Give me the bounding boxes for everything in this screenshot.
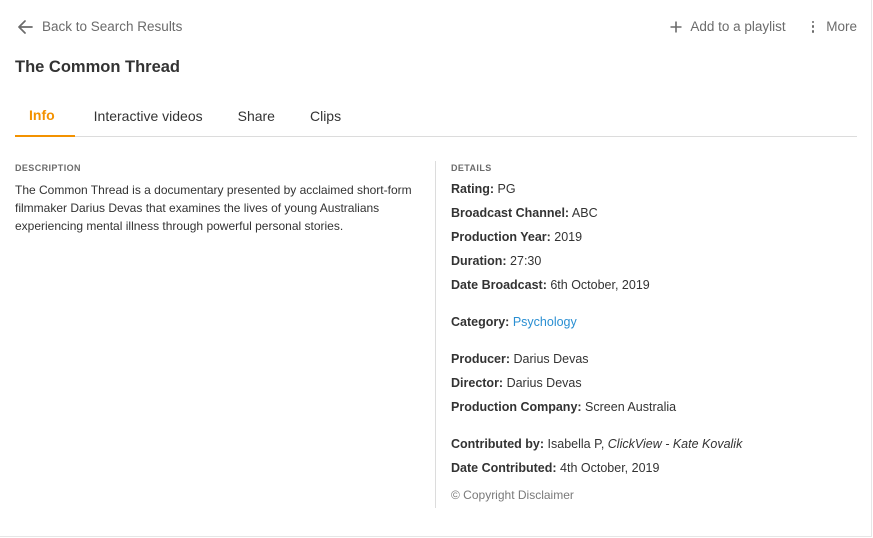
rating-value: PG [497, 182, 516, 196]
broadcast-channel-label: Broadcast Channel: [451, 206, 570, 220]
producer-label: Producer: [451, 352, 511, 366]
add-to-playlist-button[interactable]: Add to a playlist [670, 19, 786, 34]
more-label: More [826, 19, 857, 34]
detail-producer: Producer: Darius Devas [451, 351, 861, 375]
duration-label: Duration: [451, 254, 507, 268]
tab-share[interactable]: Share [222, 98, 291, 136]
description-heading: DESCRIPTION [15, 163, 81, 173]
broadcast-channel-value: ABC [571, 206, 598, 220]
copyright-disclaimer-link[interactable]: © Copyright Disclaimer [451, 488, 861, 502]
plus-icon [670, 21, 682, 32]
tab-info[interactable]: Info [15, 98, 75, 137]
top-actions: Add to a playlist More [670, 19, 857, 34]
details-section: DETAILS Rating: PG Broadcast Channel: AB… [451, 163, 861, 502]
back-to-search-results-link[interactable]: Back to Search Results [18, 19, 182, 34]
director-label: Director: [451, 376, 504, 390]
detail-date-contributed: Date Contributed: 4th October, 2019 [451, 460, 861, 484]
back-link-label: Back to Search Results [42, 19, 183, 34]
detail-broadcast-channel: Broadcast Channel: ABC [451, 205, 861, 229]
production-company-value: Screen Australia [585, 400, 677, 414]
description-section: DESCRIPTION The Common Thread is a docum… [15, 163, 421, 235]
more-button[interactable]: More [811, 19, 857, 34]
detail-production-company: Production Company: Screen Australia [451, 399, 861, 423]
add-to-playlist-label: Add to a playlist [690, 19, 786, 34]
detail-director: Director: Darius Devas [451, 375, 861, 399]
date-broadcast-label: Date Broadcast: [451, 278, 547, 292]
production-company-label: Production Company: [451, 400, 582, 414]
more-vertical-icon [811, 20, 815, 33]
tab-clips[interactable]: Clips [294, 98, 357, 136]
arrow-left-icon [18, 19, 33, 34]
top-bar: Back to Search Results Add to a playlist… [0, 0, 873, 56]
duration-value: 27:30 [510, 254, 542, 268]
contributed-by-org: ClickView - Kate Kovalik [607, 437, 743, 451]
detail-duration: Duration: 27:30 [451, 253, 861, 277]
detail-date-broadcast: Date Broadcast: 6th October, 2019 [451, 277, 861, 301]
description-text: The Common Thread is a documentary prese… [15, 183, 412, 233]
column-divider [435, 161, 436, 508]
production-year-label: Production Year: [451, 230, 551, 244]
contributed-by-label: Contributed by: [451, 437, 545, 451]
tab-bar: Info Interactive videos Share Clips [15, 98, 857, 137]
tab-interactive-videos[interactable]: Interactive videos [78, 98, 219, 136]
date-contributed-label: Date Contributed: [451, 461, 557, 475]
detail-rating: Rating: PG [451, 181, 861, 205]
producer-value: Darius Devas [513, 352, 589, 366]
director-value: Darius Devas [506, 376, 582, 390]
production-year-value: 2019 [554, 230, 583, 244]
category-label: Category: [451, 315, 510, 329]
contributed-by-value: Isabella P, [547, 437, 605, 451]
detail-production-year: Production Year: 2019 [451, 229, 861, 253]
details-heading: DETAILS [451, 163, 492, 173]
detail-contributed-by: Contributed by: Isabella P, ClickView - … [451, 436, 861, 460]
rating-label: Rating: [451, 182, 495, 196]
date-broadcast-value: 6th October, 2019 [550, 278, 650, 292]
date-contributed-value: 4th October, 2019 [560, 461, 660, 475]
page-title: The Common Thread [15, 58, 181, 76]
category-link[interactable]: Psychology [513, 315, 577, 329]
detail-category: Category: Psychology [451, 314, 861, 338]
